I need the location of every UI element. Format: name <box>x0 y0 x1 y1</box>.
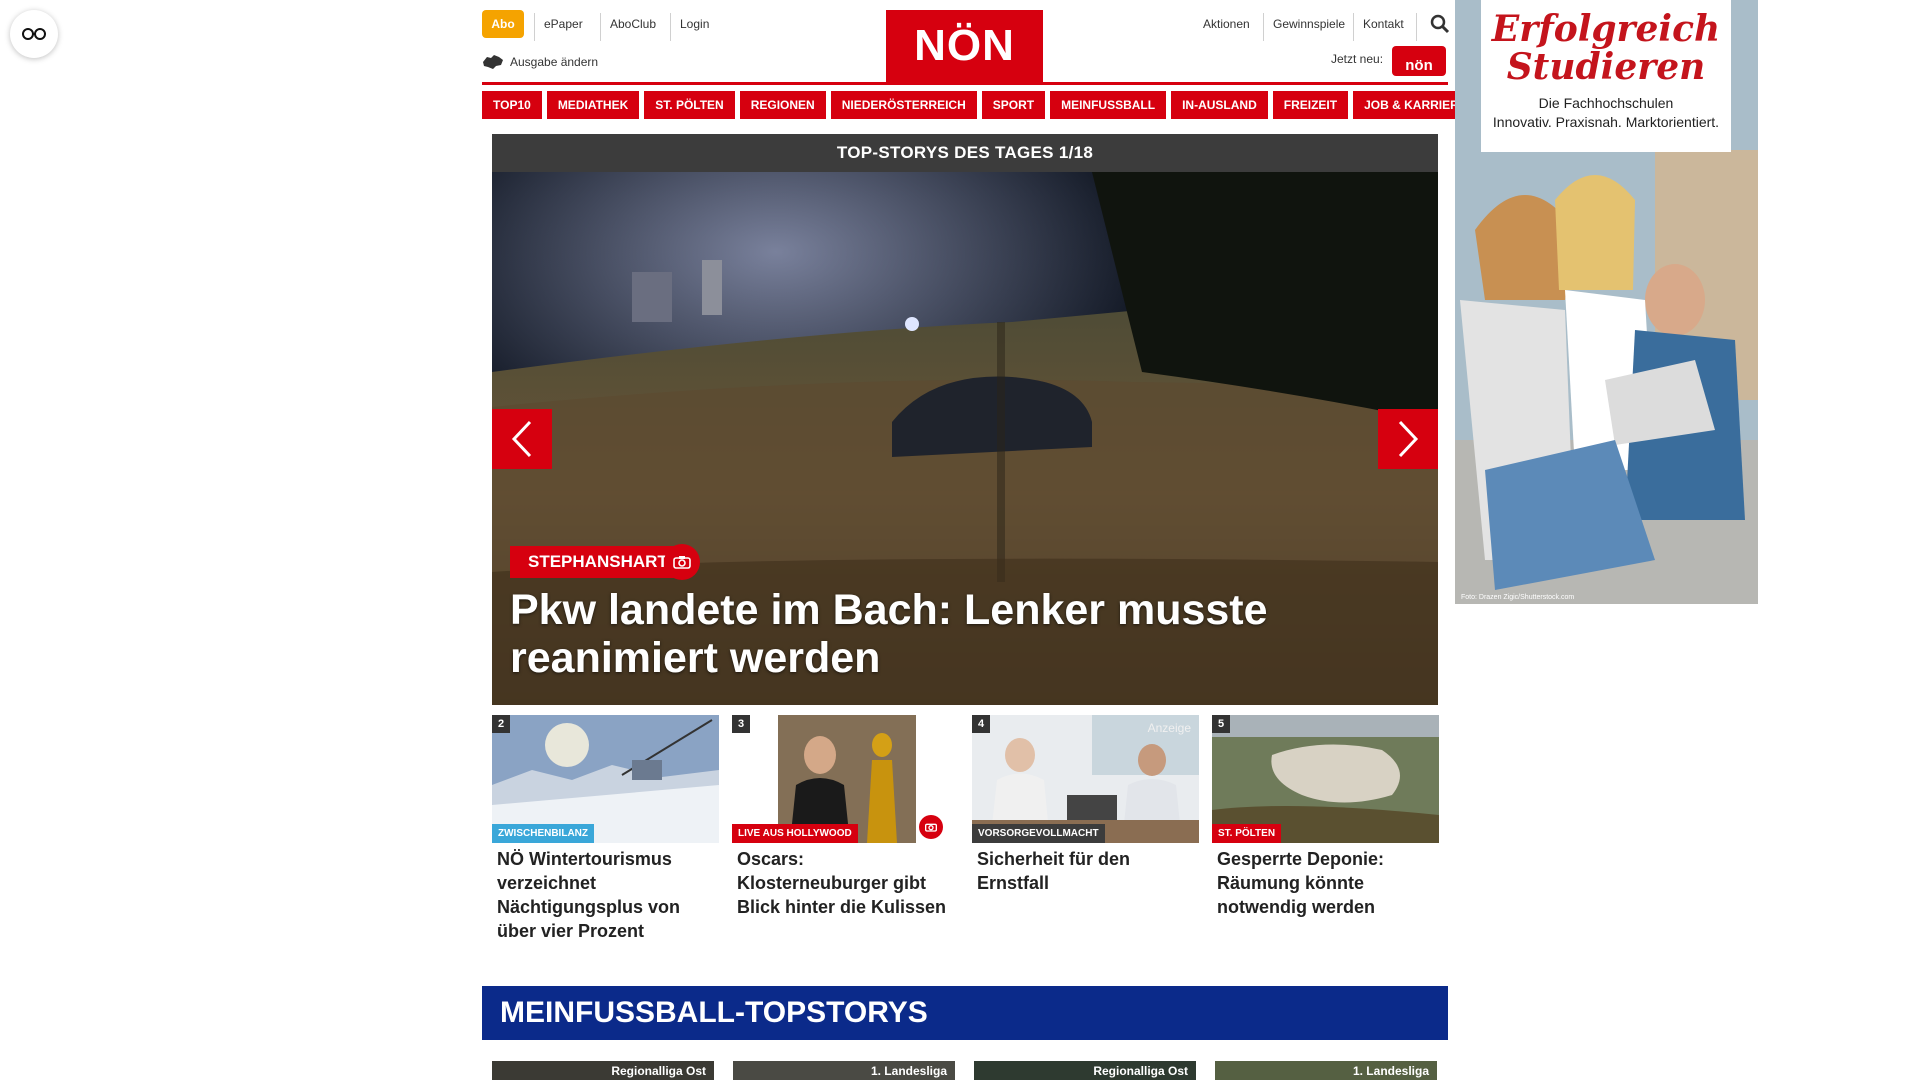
divider <box>600 13 601 41</box>
advertisement-banner[interactable]: Erfolgreich Studieren Die Fachhochschulen… <box>1455 0 1758 604</box>
nav-item-meinfussball[interactable]: MEINFUSSBALL <box>1050 91 1167 119</box>
story-number: 2 <box>492 715 510 733</box>
noen-app-badge[interactable]: nön <box>1392 46 1446 76</box>
league-label: Regionalliga Ost <box>1093 1064 1188 1078</box>
divider <box>1263 13 1264 41</box>
story-category-tag: ZWISCHENBILANZ <box>492 824 594 843</box>
hero-prev-button[interactable] <box>492 409 552 469</box>
story-card[interactable]: 3 LIVE AUS HOLLYWOOD Oscars: Klosterneub… <box>732 715 959 919</box>
story-headline[interactable]: Sicherheit für den Ernstfall <box>972 847 1199 895</box>
reader-mode-button[interactable] <box>10 10 58 58</box>
chevron-left-icon <box>511 420 532 458</box>
story-image: 3 LIVE AUS HOLLYWOOD <box>732 715 959 843</box>
story-category-tag: LIVE AUS HOLLYWOOD <box>732 824 858 843</box>
nav-item-freizeit[interactable]: FREIZEIT <box>1272 91 1349 119</box>
story-card[interactable]: Anzeige 4 VORSORGEVOLLMACHT Sicherheit f… <box>972 715 1199 895</box>
glasses-icon <box>22 28 46 40</box>
story-headline[interactable]: Gesperrte Deponie: Räumung könnte notwen… <box>1212 847 1439 919</box>
league-label: 1. Landesliga <box>1352 1064 1429 1078</box>
aboclub-link[interactable]: AboClub <box>610 10 656 38</box>
divider <box>534 13 535 41</box>
ad-label: Anzeige <box>1147 721 1191 735</box>
hero-story[interactable]: STEPHANSHART Pkw landete im Bach: Lenker… <box>492 172 1438 705</box>
fussball-story-card[interactable]: Regionalliga Ost <box>492 1061 714 1080</box>
nav-item-niederoesterreich[interactable]: NIEDERÖSTERREICH <box>830 91 977 119</box>
kontakt-link[interactable]: Kontakt <box>1363 10 1404 38</box>
nav-item-regionen[interactable]: REGIONEN <box>739 91 826 119</box>
league-label: Regionalliga Ost <box>611 1064 706 1078</box>
league-label: 1. Landesliga <box>870 1064 947 1078</box>
story-image: Anzeige 4 VORSORGEVOLLMACHT <box>972 715 1199 843</box>
camera-icon <box>925 823 937 832</box>
search-button[interactable] <box>1430 14 1452 36</box>
noen-logo[interactable]: NÖN <box>886 10 1043 82</box>
story-category-tag: VORSORGEVOLLMACHT <box>972 824 1105 843</box>
search-icon <box>1430 14 1450 34</box>
ausgabe-label: Ausgabe ändern <box>510 55 599 69</box>
nav-item-in-ausland[interactable]: IN-AUSLAND <box>1171 91 1268 119</box>
story-number: 5 <box>1212 715 1230 733</box>
divider <box>670 13 671 41</box>
story-headline[interactable]: Oscars: Klosterneuburger gibt Blick hint… <box>732 847 959 919</box>
header-divider <box>482 82 1448 85</box>
nav-item-sport[interactable]: SPORT <box>981 91 1046 119</box>
fussball-story-card[interactable]: 1. Landesliga <box>1215 1061 1437 1080</box>
map-austria-icon <box>483 55 503 69</box>
hero-category-tag[interactable]: STEPHANSHART <box>510 546 686 578</box>
fussball-story-card[interactable]: 1. Landesliga <box>733 1061 955 1080</box>
meinfussball-section-header[interactable]: MEINFUSSBALL-TOPSTORYS <box>482 986 1448 1040</box>
nav-item-top10[interactable]: TOP10 <box>482 91 542 119</box>
hero-next-button[interactable] <box>1378 409 1438 469</box>
aktionen-link[interactable]: Aktionen <box>1203 10 1250 38</box>
gallery-badge <box>919 815 943 839</box>
fussball-story-card[interactable]: Regionalliga Ost <box>974 1061 1196 1080</box>
login-link[interactable]: Login <box>680 10 709 38</box>
ausgabe-aendern-link[interactable]: Ausgabe ändern <box>482 52 598 72</box>
abo-button[interactable]: Abo <box>482 10 524 38</box>
main-nav: TOP10 MEDIATHEK ST. PÖLTEN REGIONEN NIED… <box>482 91 1478 119</box>
gewinnspiele-link[interactable]: Gewinnspiele <box>1273 10 1345 38</box>
top-stories-header: TOP-STORYS DES TAGES 1/18 <box>492 134 1438 172</box>
jetzt-neu-label: Jetzt neu: <box>1331 52 1384 66</box>
divider <box>1353 13 1354 41</box>
nav-item-st-poelten[interactable]: ST. PÖLTEN <box>644 91 735 119</box>
story-card[interactable]: 5 ST. PÖLTEN Gesperrte Deponie: Räumung … <box>1212 715 1439 919</box>
chevron-right-icon <box>1398 420 1419 458</box>
ad-subtitle: Die Fachhochschulen Innovativ. Praxisnah.… <box>1492 95 1720 130</box>
ad-text-box: Erfolgreich Studieren Die Fachhochschulen… <box>1481 0 1731 152</box>
camera-icon <box>673 556 691 569</box>
story-card[interactable]: 2 ZWISCHENBILANZ NÖ Wintertourismus verz… <box>492 715 719 943</box>
divider <box>1416 13 1417 41</box>
nav-item-mediathek[interactable]: MEDIATHEK <box>546 91 640 119</box>
ad-photo-credit: Foto: Drazen Zigic/Shutterstock.com <box>1461 594 1575 601</box>
gallery-badge <box>664 544 700 580</box>
story-category-tag: ST. PÖLTEN <box>1212 824 1282 843</box>
story-headline[interactable]: NÖ Wintertourismus verzeichnet Nächtigun… <box>492 847 719 943</box>
ad-title: Erfolgreich Studieren <box>1491 8 1721 88</box>
story-number: 4 <box>972 715 990 733</box>
story-image: 2 ZWISCHENBILANZ <box>492 715 719 843</box>
story-image: 5 ST. PÖLTEN <box>1212 715 1439 843</box>
epaper-link[interactable]: ePaper <box>544 10 583 38</box>
hero-headline[interactable]: Pkw landete im Bach: Lenker musste reani… <box>510 586 1390 682</box>
story-number: 3 <box>732 715 750 733</box>
